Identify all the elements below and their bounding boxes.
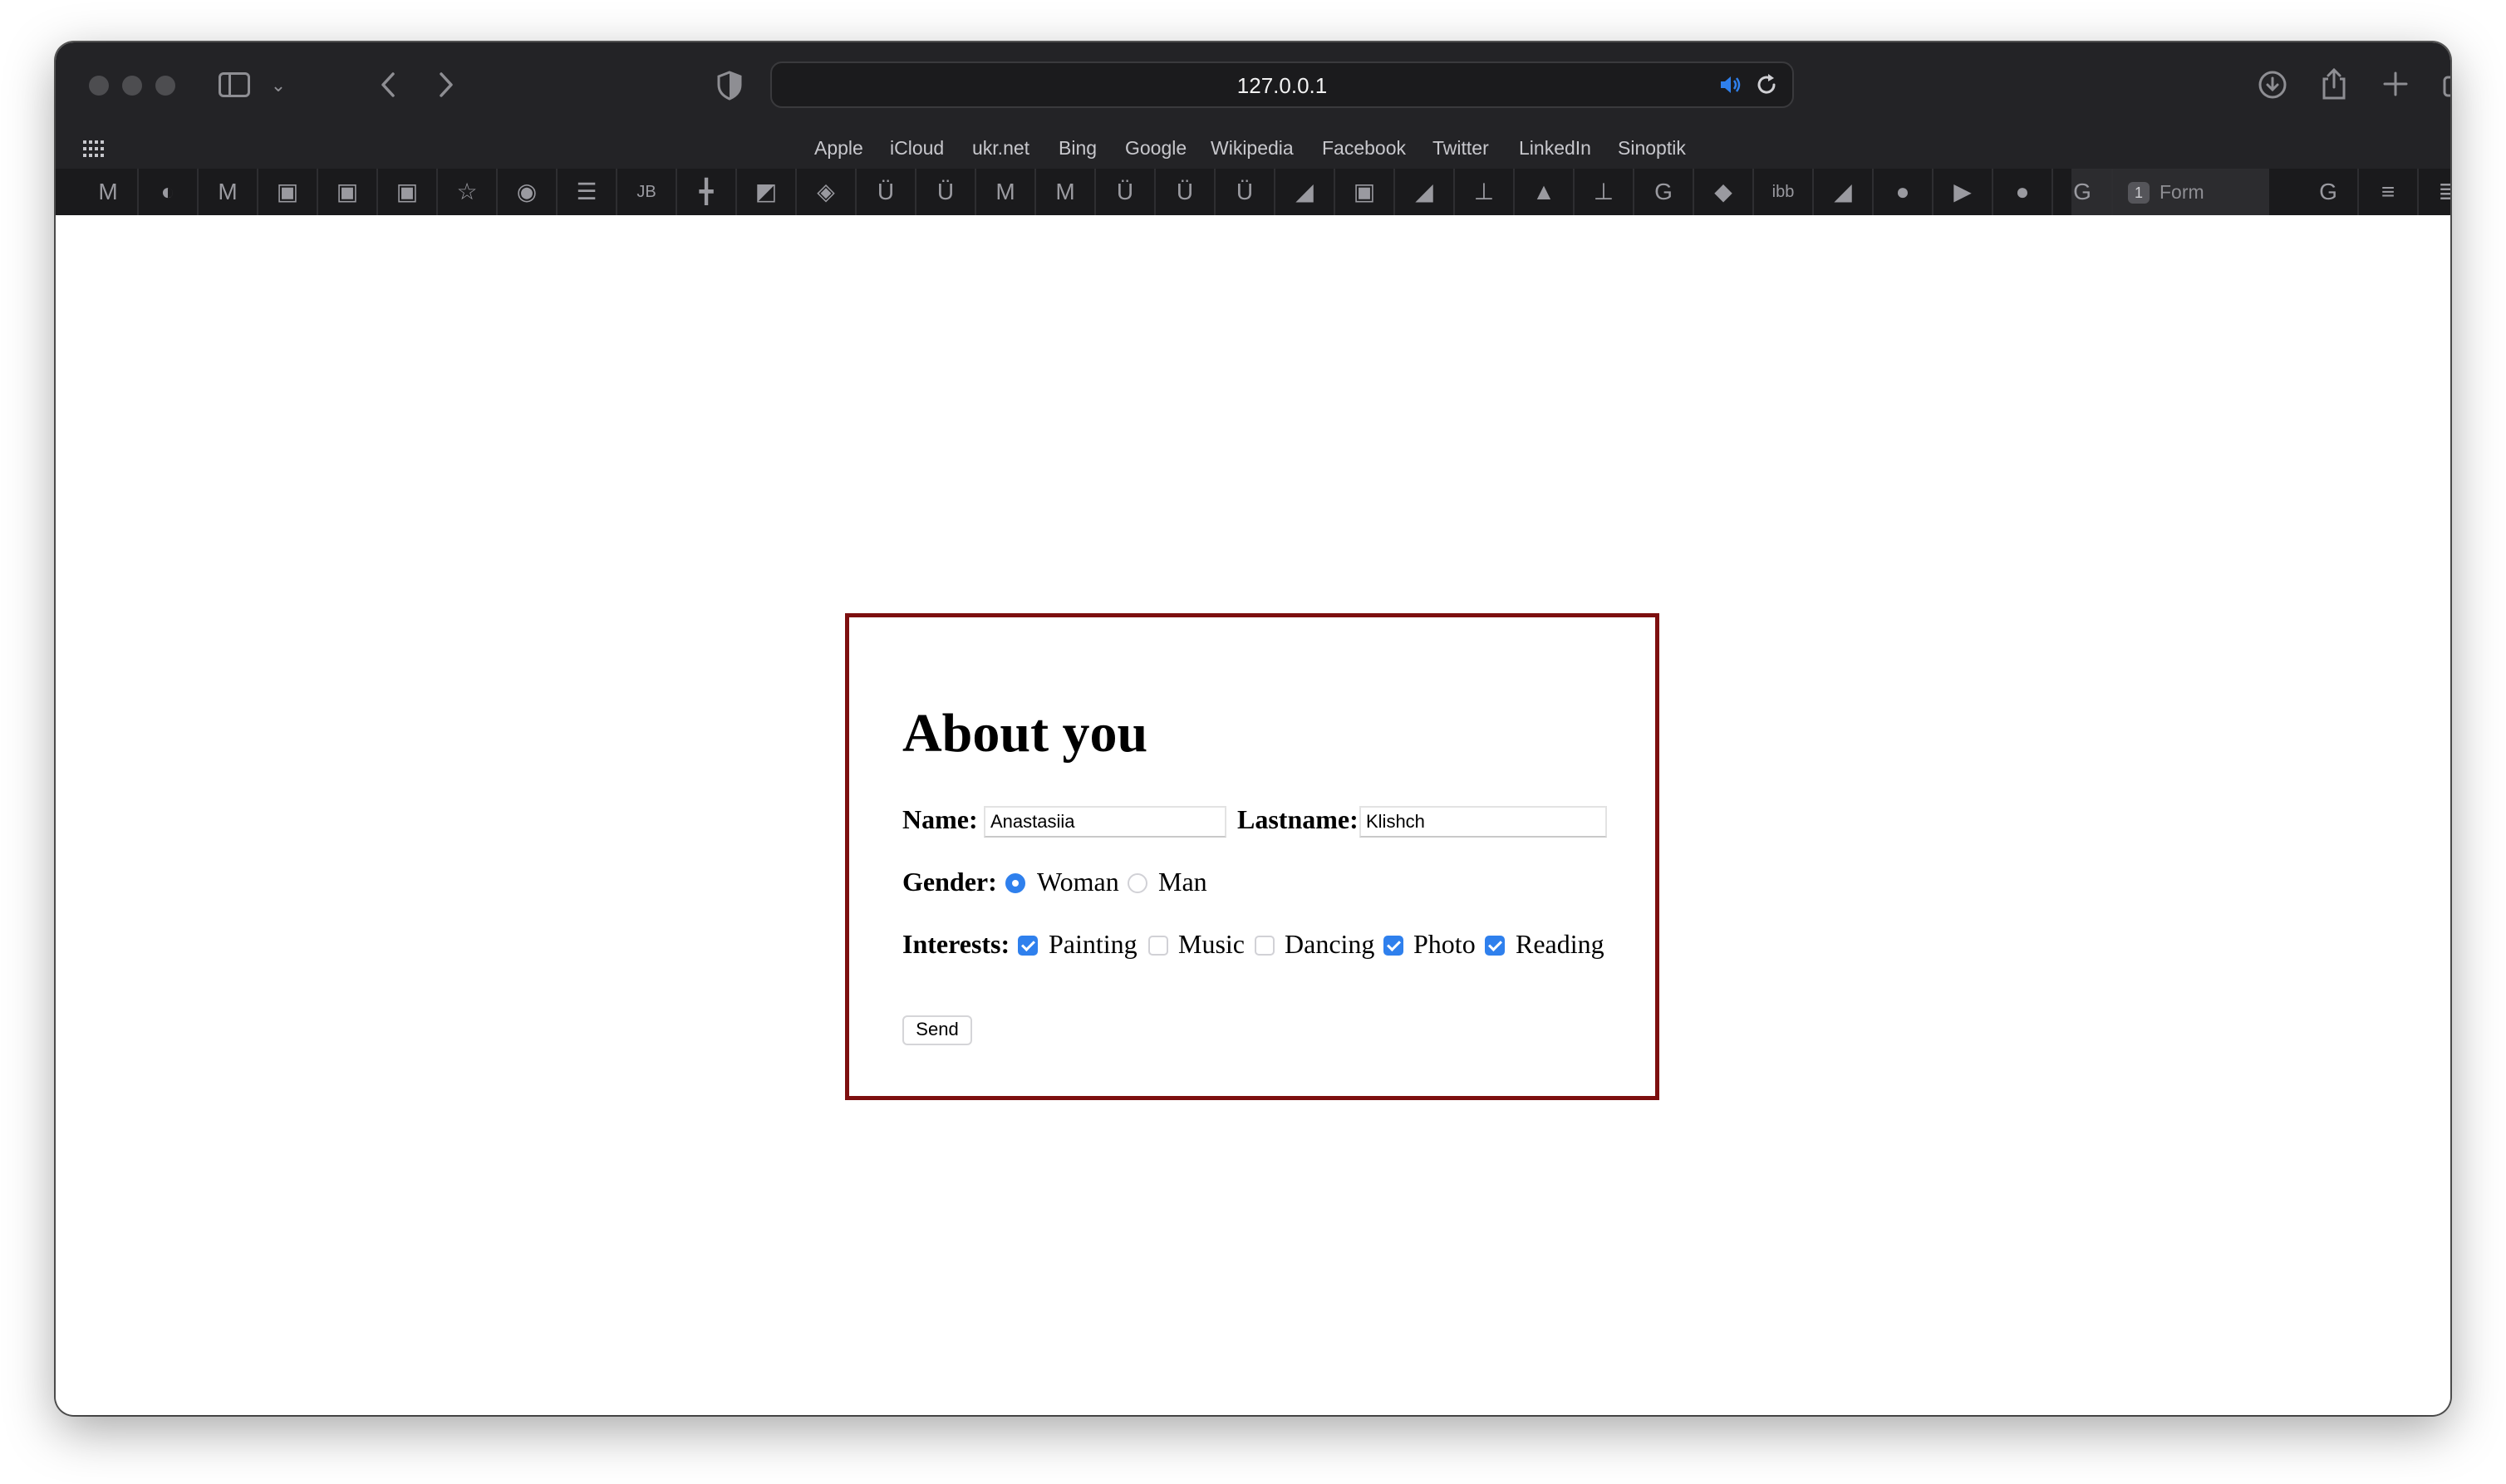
- favorite-bing[interactable]: Bing: [1059, 135, 1097, 160]
- interest-dancing-label: Dancing: [1285, 929, 1375, 959]
- jetbrains-icon[interactable]: JB: [617, 169, 677, 215]
- udemy-icon[interactable]: Ü: [916, 169, 976, 215]
- browser-chrome: ⌄ 127.0.0.1 Apple iCloud ukr.net Bing Go…: [56, 42, 2450, 215]
- back-icon[interactable]: [378, 71, 398, 99]
- google-icon[interactable]: G: [2299, 169, 2359, 215]
- downloads-icon[interactable]: [2258, 70, 2287, 100]
- tab-strip: 1 Form M ◐ M ▣ ▣ ▣ ☆ ◉ ☰ JB ╋ ◩ ◈ Ü Ü M M Ü Ü Ü ◢ ▣ ◢ ⊥ ▲ ⊥ G ◆ ibb ◢…: [56, 169, 2450, 215]
- gmail-icon[interactable]: M: [79, 169, 139, 215]
- favorite-twitter[interactable]: Twitter: [1432, 135, 1489, 160]
- new-tab-icon[interactable]: [2382, 71, 2409, 97]
- app-icon[interactable]: ▣: [378, 169, 438, 215]
- google-icon[interactable]: G: [1634, 169, 1694, 215]
- github-icon[interactable]: ●: [1993, 169, 2053, 215]
- gender-woman-radio[interactable]: [1005, 873, 1025, 893]
- gender-woman-label: Woman: [1037, 867, 1119, 897]
- stackoverflow-icon[interactable]: ≡: [2359, 169, 2419, 215]
- favorite-ukr-net[interactable]: ukr.net: [972, 135, 1029, 160]
- app-icon[interactable]: ◆: [1694, 169, 1754, 215]
- url-text: 127.0.0.1: [1236, 73, 1328, 98]
- gender-man-radio[interactable]: [1128, 873, 1147, 893]
- interest-photo-checkbox[interactable]: [1383, 936, 1403, 956]
- reload-icon[interactable]: [1754, 72, 1779, 97]
- gmail-icon[interactable]: M: [976, 169, 1036, 215]
- favorite-wikipedia[interactable]: Wikipedia: [1211, 135, 1294, 160]
- app-icon[interactable]: ▣: [318, 169, 378, 215]
- lastname-label: Lastname:: [1237, 804, 1359, 834]
- form-title: About you: [902, 703, 1148, 764]
- pacman-icon[interactable]: ◐: [139, 169, 199, 215]
- favorite-google[interactable]: Google: [1125, 135, 1187, 160]
- forward-icon[interactable]: [436, 71, 456, 99]
- interest-photo-label: Photo: [1413, 929, 1476, 959]
- name-input[interactable]: [984, 806, 1226, 838]
- app-icon[interactable]: ◢: [1814, 169, 1874, 215]
- app-icon[interactable]: ≣: [2419, 169, 2450, 215]
- favorite-facebook[interactable]: Facebook: [1322, 135, 1406, 160]
- gmail-icon[interactable]: M: [199, 169, 258, 215]
- send-button[interactable]: Send: [902, 1015, 972, 1045]
- app-icon[interactable]: ◈: [797, 169, 857, 215]
- github-icon[interactable]: ●: [1874, 169, 1934, 215]
- udemy-icon[interactable]: Ü: [1096, 169, 1156, 215]
- google-icon[interactable]: G: [2053, 169, 2113, 215]
- gender-label: Gender:: [902, 867, 997, 897]
- app-icon[interactable]: ◢: [1395, 169, 1455, 215]
- favorites-bar: Apple iCloud ukr.net Bing Google Wikiped…: [56, 129, 2450, 169]
- app-icon[interactable]: ▲: [1515, 169, 1575, 215]
- grid-icon[interactable]: [82, 139, 106, 159]
- app-icon[interactable]: ◢: [1275, 169, 1335, 215]
- page-content: About you Name: Lastname: Gender: Woman …: [56, 215, 2450, 1415]
- privacy-shield-icon[interactable]: [716, 71, 743, 101]
- interest-music-label: Music: [1178, 929, 1245, 959]
- interests-row: Interests: Painting Music Dancing Photo …: [902, 929, 1634, 966]
- youtube-icon[interactable]: ▶: [1934, 169, 1993, 215]
- favorite-sinoptik[interactable]: Sinoptik: [1618, 135, 1686, 160]
- gender-row: Gender: Woman Man: [902, 867, 1235, 903]
- toolbar: ⌄ 127.0.0.1: [56, 42, 2450, 129]
- tab-badge: 1: [2128, 182, 2150, 204]
- interest-reading-label: Reading: [1516, 929, 1604, 959]
- interest-music-checkbox[interactable]: [1148, 936, 1168, 956]
- list-icon[interactable]: ☰: [558, 169, 617, 215]
- interest-reading-checkbox[interactable]: [1485, 936, 1505, 956]
- interests-label: Interests:: [902, 929, 1010, 959]
- share-icon[interactable]: [2320, 67, 2348, 101]
- address-bar[interactable]: 127.0.0.1: [770, 61, 1794, 108]
- tab-overview-icon[interactable]: [2442, 69, 2450, 99]
- interest-painting-label: Painting: [1049, 929, 1138, 959]
- gmail-icon[interactable]: M: [1036, 169, 1096, 215]
- speaker-icon[interactable]: [1717, 72, 1742, 97]
- app-icon[interactable]: ▣: [1335, 169, 1395, 215]
- zoom-window-button[interactable]: [155, 76, 175, 96]
- app-icon[interactable]: ⊥: [1575, 169, 1634, 215]
- app-icon[interactable]: ◩: [737, 169, 797, 215]
- star-icon[interactable]: ☆: [438, 169, 498, 215]
- favorite-linkedin[interactable]: LinkedIn: [1519, 135, 1591, 160]
- favorite-apple[interactable]: Apple: [814, 135, 863, 160]
- grid-icon[interactable]: ╋: [677, 169, 737, 215]
- minimize-window-button[interactable]: [122, 76, 142, 96]
- name-label: Name:: [902, 804, 978, 834]
- app-icon[interactable]: ⊥: [1455, 169, 1515, 215]
- chevron-down-icon[interactable]: ⌄: [268, 69, 288, 102]
- favorite-icloud[interactable]: iCloud: [890, 135, 944, 160]
- gender-man-label: Man: [1158, 867, 1207, 897]
- tab-title: Form: [2160, 181, 2204, 203]
- app-icon[interactable]: ▣: [258, 169, 318, 215]
- close-window-button[interactable]: [89, 76, 109, 96]
- interest-dancing-checkbox[interactable]: [1255, 936, 1275, 956]
- about-form: About you Name: Lastname: Gender: Woman …: [845, 613, 1659, 1100]
- browser-window: ⌄ 127.0.0.1 Apple iCloud ukr.net Bing Go…: [56, 42, 2450, 1415]
- name-row: Name: Lastname:: [902, 804, 1634, 841]
- app-icon[interactable]: ibb: [1754, 169, 1814, 215]
- lastname-input[interactable]: [1359, 806, 1607, 838]
- sidebar-toggle-icon[interactable]: [219, 72, 250, 97]
- udemy-icon[interactable]: Ü: [1216, 169, 1275, 215]
- udemy-icon[interactable]: Ü: [857, 169, 916, 215]
- app-icon[interactable]: ◉: [498, 169, 558, 215]
- interest-painting-checkbox[interactable]: [1018, 936, 1038, 956]
- udemy-icon[interactable]: Ü: [1156, 169, 1216, 215]
